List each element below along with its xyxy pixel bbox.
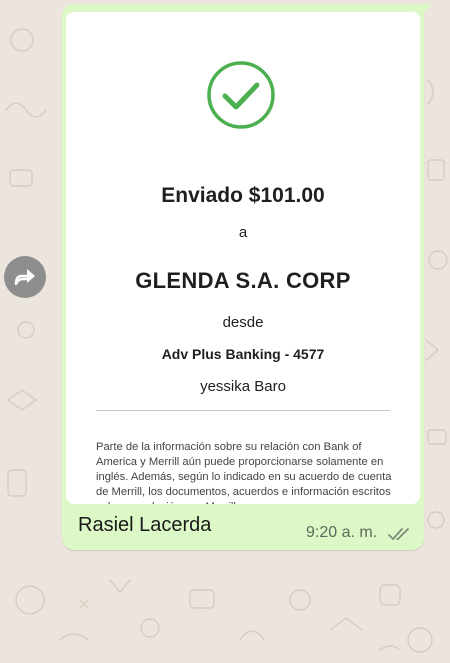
divider: [96, 410, 390, 411]
message-timestamp: 9:20 a. m.: [306, 524, 378, 541]
transfer-receipt-image[interactable]: Enviado $101.00 a GLENDA S.A. CORP desde…: [66, 12, 420, 504]
check-circle-icon: [207, 61, 275, 129]
disclaimer-text: Parte de la información sobre su relació…: [96, 441, 392, 504]
forward-icon: [14, 269, 35, 286]
message-caption: Rasiel Lacerda: [78, 514, 212, 536]
amount-sent: Enviado $101.00: [161, 184, 325, 207]
connector-from: desde: [222, 314, 264, 331]
double-check-icon: [388, 528, 409, 540]
source-account: Adv Plus Banking - 4577: [161, 346, 325, 362]
recipient-name: GLENDA S.A. CORP: [135, 268, 351, 293]
sender-name: yessika Baro: [200, 378, 286, 395]
forward-button[interactable]: [4, 256, 46, 298]
connector-to: a: [238, 224, 248, 241]
